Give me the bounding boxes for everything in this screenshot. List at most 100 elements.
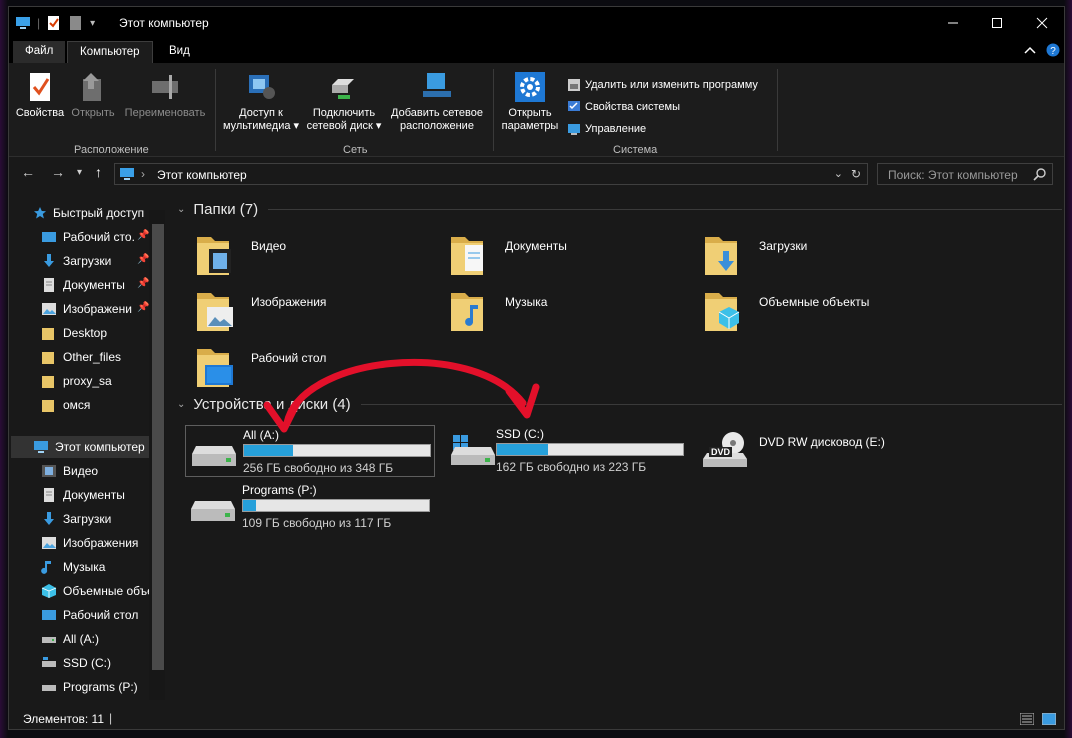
sidebar-item-3d-objects[interactable]: Объемные объе	[41, 580, 154, 602]
sidebar-item-folder-desktop[interactable]: Desktop	[41, 322, 107, 344]
sidebar-scroll-thumb[interactable]	[152, 224, 164, 670]
folder-icon	[42, 352, 54, 364]
pin-icon: 📌	[137, 254, 150, 265]
map-network-drive-button[interactable]: Подключить сетевой диск ▾	[305, 71, 383, 133]
network-location-icon	[423, 73, 451, 97]
sidebar-item-music[interactable]: Музыка	[41, 556, 105, 578]
sidebar-item-pictures-pinned[interactable]: Изображени	[41, 298, 132, 320]
sidebar-item-label: SSD (C:)	[63, 656, 111, 670]
help-icon[interactable]: ?	[1046, 43, 1060, 57]
drive-icon	[42, 637, 56, 643]
drive-icon	[42, 685, 56, 691]
address-dropdown-icon[interactable]: ⌄	[834, 167, 843, 180]
manage-icon	[568, 124, 580, 135]
tab-view[interactable]: Вид	[157, 41, 202, 63]
map-drive-label-2: сетевой диск ▾	[306, 120, 382, 132]
maximize-button[interactable]	[974, 7, 1020, 39]
properties-check-icon[interactable]	[46, 15, 62, 31]
sidebar-item-folder-proxy[interactable]: proxy_sa	[41, 370, 112, 392]
sidebar-item-folder-omsya[interactable]: омся	[41, 394, 90, 416]
pictures-icon	[42, 537, 56, 549]
sidebar-scrollbar[interactable]	[149, 210, 165, 700]
media-access-button[interactable]: Доступ к мультимедиа ▾	[222, 71, 300, 133]
up-arrow-icon[interactable]: ↑	[95, 164, 102, 180]
title-bar: | ▾ Этот компьютер	[9, 7, 1064, 39]
sidebar-item-label: Быстрый доступ	[53, 206, 145, 220]
uninstall-program-icon	[568, 79, 580, 91]
window-title: Этот компьютер	[119, 16, 209, 30]
media-access-label-1: Доступ к	[239, 107, 283, 119]
arrow-head-left	[263, 399, 301, 433]
sidebar-item-video[interactable]: Видео	[41, 460, 98, 482]
close-button[interactable]	[1019, 7, 1064, 39]
system-properties-label: Свойства системы	[585, 101, 681, 113]
uninstall-program-item[interactable]: Удалить или изменить программу	[567, 78, 758, 92]
add-location-label-1: Добавить сетевое	[391, 107, 483, 119]
properties-icon	[30, 73, 50, 101]
sidebar-item-drive-c[interactable]: SSD (C:)	[41, 652, 111, 674]
group-location-label: Расположение	[74, 144, 149, 156]
properties-button[interactable]: Свойства	[15, 71, 65, 120]
open-settings-button[interactable]: Открыть параметры	[499, 71, 561, 133]
sidebar-item-label: Рабочий сто.	[63, 230, 135, 244]
sidebar-item-label: Этот компьютер	[55, 440, 145, 454]
sidebar-item-drive-a[interactable]: All (A:)	[41, 628, 99, 650]
search-box[interactable]: Поиск: Этот компьютер	[877, 163, 1053, 185]
qat-dropdown-icon[interactable]: ▾	[90, 18, 95, 29]
pin-icon: 📌	[137, 302, 150, 313]
sidebar-item-label: Other_files	[63, 350, 122, 364]
network-drive-icon	[332, 79, 354, 99]
explorer-window: | ▾ Этот компьютер Файл Компьютер Вид ? …	[8, 6, 1065, 730]
address-path: Этот компьютер	[157, 168, 247, 182]
new-folder-icon[interactable]	[68, 15, 84, 31]
back-arrow-icon[interactable]: ←	[21, 164, 35, 180]
sidebar-item-label: Programs (P:)	[63, 680, 138, 694]
sidebar-item-drive-p[interactable]: Programs (P:)	[41, 676, 138, 698]
sidebar-item-desktop[interactable]: Рабочий стол	[41, 604, 138, 626]
sidebar-item-documents-pinned[interactable]: Документы	[41, 274, 125, 296]
add-network-location-button[interactable]: Добавить сетевое расположение	[387, 71, 487, 133]
rename-button[interactable]: Переименовать	[121, 71, 209, 120]
desktop-icon	[42, 232, 56, 242]
map-drive-label-1: Подключить	[312, 107, 376, 119]
open-label: Открыть	[71, 107, 115, 119]
svg-text:?: ?	[1050, 46, 1056, 57]
sidebar-item-label: Объемные объе	[63, 584, 154, 598]
rename-label: Переименовать	[124, 107, 206, 119]
address-bar[interactable]: › Этот компьютер ⌄ ↻	[114, 163, 868, 185]
sidebar-item-downloads[interactable]: Загрузки	[41, 508, 111, 530]
manage-item[interactable]: Управление	[567, 122, 646, 136]
content-pane: ⌄ Папки (7) Видео Документы Загрузки Изо…	[171, 197, 1064, 697]
annotation-arrow	[263, 358, 540, 433]
sidebar-item-this-pc[interactable]: Этот компьютер	[11, 436, 149, 458]
refresh-icon[interactable]: ↻	[851, 167, 861, 181]
collapse-ribbon-icon[interactable]	[1024, 45, 1036, 55]
minimize-icon	[948, 22, 958, 24]
sidebar-item-pictures[interactable]: Изображения	[41, 532, 138, 554]
media-access-icon	[249, 75, 275, 99]
sidebar-item-label: Изображени	[63, 302, 132, 316]
star-icon	[34, 207, 46, 219]
ribbon: Свойства Открыть Переименовать Расположе…	[9, 63, 1064, 157]
pin-icon: 📌	[137, 230, 150, 241]
sidebar-item-quick-access[interactable]: Быстрый доступ	[33, 202, 144, 224]
forward-arrow-icon[interactable]: →	[51, 164, 65, 180]
open-button[interactable]: Открыть	[69, 71, 117, 120]
sidebar-item-folder-other-files[interactable]: Other_files	[41, 346, 121, 368]
video-icon	[42, 465, 56, 477]
open-icon	[83, 73, 101, 101]
ribbon-separator	[215, 69, 216, 151]
pin-icon: 📌	[137, 278, 150, 289]
sidebar-item-downloads-pinned[interactable]: Загрузки	[41, 250, 111, 272]
large-icons-view-icon[interactable]	[1042, 713, 1056, 725]
recent-locations-icon[interactable]: ▾	[77, 167, 82, 178]
sidebar-item-desktop-pinned[interactable]: Рабочий сто.	[41, 226, 135, 248]
download-icon	[44, 512, 54, 525]
qat-divider: |	[37, 16, 41, 30]
tab-file[interactable]: Файл	[13, 41, 66, 63]
minimize-button[interactable]	[930, 7, 976, 39]
tab-computer[interactable]: Компьютер	[67, 41, 153, 64]
system-properties-item[interactable]: Свойства системы	[567, 100, 680, 114]
details-view-icon[interactable]	[1020, 713, 1034, 725]
sidebar-item-documents[interactable]: Документы	[41, 484, 125, 506]
